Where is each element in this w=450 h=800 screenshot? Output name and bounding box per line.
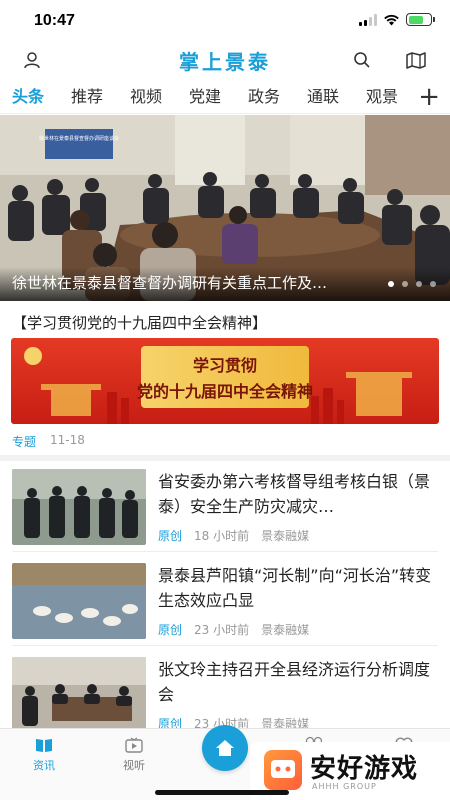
tab-recommended[interactable]: 推荐	[71, 82, 130, 114]
hero-title[interactable]: 徐世林在景泰县督查督办调研有关重点工作及…	[12, 272, 327, 293]
nav-video[interactable]: 视听	[94, 735, 174, 773]
feature-banner[interactable]: 学习贯彻 党的十九届四中全会精神	[11, 338, 439, 424]
nav-news[interactable]: 资讯	[4, 735, 84, 773]
news-time: 18 小时前	[194, 529, 250, 543]
banner-line-2: 党的十九届四中全会精神	[136, 382, 313, 401]
tab-government-affairs[interactable]: 政务	[248, 82, 307, 114]
news-time: 23 小时前	[194, 623, 250, 637]
news-thumbnail	[12, 563, 146, 639]
news-thumbnail	[12, 469, 146, 545]
nav-news-label: 资讯	[33, 759, 55, 772]
category-tabs: 头条 推荐 视频 党建 政务 通联 观景 +	[0, 82, 450, 114]
news-source: 景泰融媒	[261, 623, 310, 637]
list-separator	[12, 551, 438, 552]
hero-carousel[interactable]: 徐世林在景泰县督查督办调研座谈会 徐世林在景泰县督查督办调研有关重点工作及…	[0, 115, 450, 301]
home-indicator	[155, 790, 289, 795]
topic-tag: 专题	[12, 435, 37, 449]
tab-scenery[interactable]: 观景	[366, 82, 416, 114]
news-title: 景泰县芦阳镇“河长制”向“河长治”转变生态效应凸显	[158, 566, 432, 610]
map-icon	[406, 52, 426, 69]
section-divider	[0, 455, 450, 461]
original-tag: 原创	[158, 529, 183, 543]
nav-video-label: 视听	[123, 759, 145, 772]
news-icon	[36, 739, 52, 752]
news-thumbnail	[12, 657, 146, 733]
news-meta: 原创 23 小时前 景泰融媒	[158, 621, 309, 638]
original-tag: 原创	[158, 623, 183, 637]
news-list-item[interactable]: 省安委办第六考核督导组考核白银（景泰）安全生产防灾减灾… 原创 18 小时前 景…	[0, 463, 450, 553]
app-title: 掌上景泰	[179, 50, 271, 74]
carousel-dot[interactable]	[402, 281, 408, 287]
feature-date: 11-18	[50, 433, 85, 447]
status-bar: 10:47	[0, 0, 450, 44]
news-meta: 原创 18 小时前 景泰融媒	[158, 527, 309, 544]
carousel-dots	[388, 281, 436, 287]
watermark-icon	[264, 750, 302, 790]
news-source: 景泰融媒	[261, 529, 310, 543]
map-button[interactable]	[402, 46, 430, 74]
list-separator	[12, 645, 438, 646]
add-channel-button[interactable]: +	[418, 83, 440, 111]
status-time: 10:47	[34, 12, 75, 29]
carousel-dot[interactable]	[388, 281, 394, 287]
watermark-text: 安好游戏	[310, 754, 419, 784]
battery-icon	[406, 13, 435, 26]
tab-party-building[interactable]: 党建	[189, 82, 248, 114]
banner-line-1: 学习贯彻	[192, 356, 257, 375]
feature-section-title[interactable]: 【学习贯彻党的十九届四中全会精神】	[12, 312, 267, 333]
news-list-item[interactable]: 景泰县芦阳镇“河长制”向“河长治”转变生态效应凸显 原创 23 小时前 景泰融媒	[0, 557, 450, 647]
video-icon	[125, 737, 143, 753]
nav-home-button[interactable]	[202, 725, 248, 771]
app-header: 掌上景泰	[0, 44, 450, 78]
status-icons	[359, 13, 435, 26]
carousel-dot[interactable]	[430, 281, 436, 287]
carousel-dot[interactable]	[416, 281, 422, 287]
watermark-subtext: AHHH GROUP	[312, 782, 377, 791]
feature-meta: 专题 11-18	[12, 433, 85, 450]
hero-sign-text: 徐世林在景泰县督查督办调研座谈会	[39, 135, 119, 142]
wifi-icon	[384, 14, 399, 25]
home-icon	[216, 740, 234, 756]
news-title: 省安委办第六考核督导组考核白银（景泰）安全生产防灾减灾…	[158, 472, 431, 516]
cellular-signal-icon	[359, 13, 377, 26]
news-title: 张文玲主持召开全县经济运行分析调度会	[158, 660, 431, 704]
tab-headlines[interactable]: 头条	[12, 82, 71, 114]
tab-tonglian[interactable]: 通联	[307, 82, 366, 114]
search-button[interactable]	[348, 46, 376, 74]
tab-video[interactable]: 视频	[130, 82, 189, 114]
search-icon	[354, 52, 370, 68]
